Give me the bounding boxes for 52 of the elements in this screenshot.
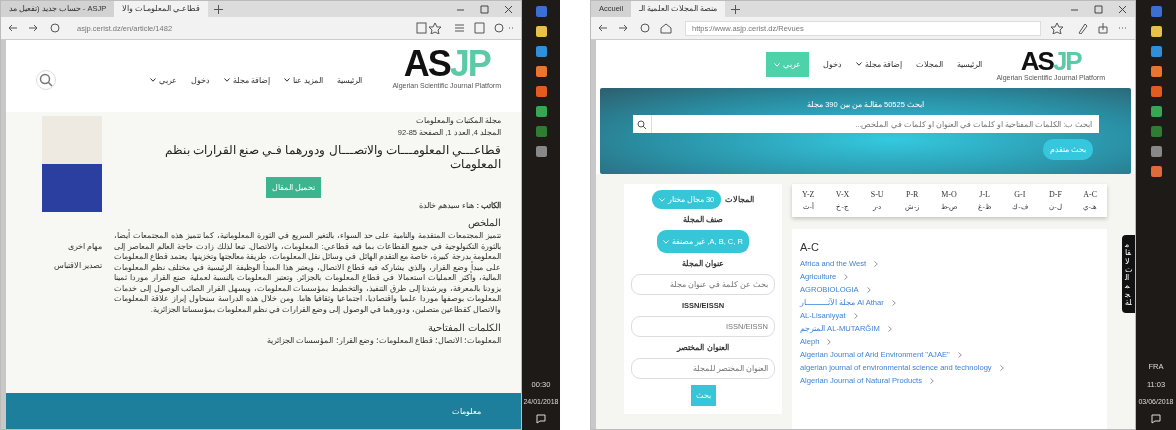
abstract-heading: الملخص: [468, 217, 501, 228]
app-icon[interactable]: [535, 86, 547, 97]
app-icon[interactable]: [1150, 106, 1162, 117]
chevron-icon: [844, 273, 849, 280]
chevron-icon: [827, 338, 832, 345]
nav-link[interactable]: الرئيسية: [957, 59, 983, 69]
nav-link[interactable]: المزيد عنا: [284, 75, 324, 85]
app-icon[interactable]: [1150, 86, 1162, 97]
scrollbar[interactable]: [591, 40, 596, 429]
notification-icon[interactable]: [536, 414, 546, 424]
toolbar-icon[interactable]: [1049, 22, 1129, 34]
article-title: قطاعـــي المعلومـــات والاتصـــال ودورهما فـي صنع القرارات بنظم المعلومات: [163, 143, 501, 171]
nav-link[interactable]: عربي: [149, 75, 177, 85]
app-icon[interactable]: [535, 146, 547, 157]
app-icon[interactable]: [1150, 66, 1162, 77]
app-icon[interactable]: [535, 46, 547, 57]
chevron-icon: [874, 260, 879, 267]
window-controls-icon[interactable]: [455, 4, 515, 14]
caret-icon: [774, 62, 781, 67]
chevron-icon: [866, 286, 871, 293]
caret-icon: [223, 78, 230, 83]
chevron-icon: [999, 364, 1004, 371]
chevron-icon: [853, 312, 858, 319]
caret-icon: [658, 198, 665, 202]
notification-icon[interactable]: [1151, 414, 1161, 424]
search-icon[interactable]: [632, 115, 652, 133]
scrollbar[interactable]: [1, 40, 6, 429]
app-icon[interactable]: [1150, 166, 1162, 177]
app-icon[interactable]: [1150, 46, 1162, 57]
keywords-heading: الكلمات المفتاحية: [428, 322, 501, 333]
nav-link[interactable]: المجلات: [916, 59, 944, 69]
nav-link[interactable]: إضافة مجلة: [223, 75, 271, 85]
caret-icon: [149, 78, 156, 83]
caret-icon: [856, 62, 863, 67]
caret-icon: [284, 78, 291, 83]
chevron-icon: [891, 299, 896, 306]
nav-link[interactable]: دخول: [190, 75, 210, 85]
chevron-icon: [930, 377, 934, 384]
window-controls-icon[interactable]: [1069, 4, 1129, 14]
chevron-icon: [887, 325, 892, 332]
toolbar-icon[interactable]: [415, 22, 515, 34]
app-icon[interactable]: [535, 26, 547, 37]
nav-link[interactable]: دخول: [823, 59, 843, 69]
app-icon[interactable]: [1150, 146, 1162, 157]
caret-icon: [663, 240, 670, 244]
app-icon[interactable]: [1150, 26, 1162, 37]
nav-link[interactable]: الرئيسية: [337, 75, 363, 85]
app-icon[interactable]: [535, 106, 547, 117]
app-icon[interactable]: [535, 66, 547, 77]
chevron-icon: [957, 351, 962, 358]
nav-link[interactable]: إضافة مجلة: [856, 59, 903, 69]
list-heading: A-C: [800, 241, 820, 253]
